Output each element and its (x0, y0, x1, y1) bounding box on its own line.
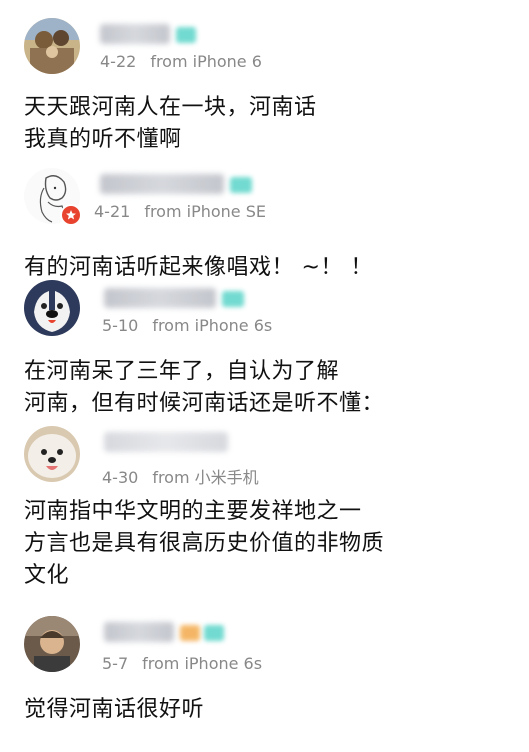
comment-date: 4-30 (102, 468, 139, 487)
comment-source: from iPhone SE (144, 202, 266, 221)
comment-date: 4-21 (94, 202, 131, 221)
comment-text: 有的河南话听起来像唱戏！ ~！ ！ (24, 252, 373, 284)
comment-meta: 4-30 from 小米手机 (102, 464, 259, 488)
username-blurred[interactable] (104, 432, 228, 452)
comment-source: from iPhone 6s (142, 654, 263, 673)
username-blurred[interactable] (100, 24, 170, 44)
comment-source: from 小米手机 (152, 468, 259, 487)
comment-feed: 4-22 from iPhone 6 天天跟河南人在一块，河南话 我真的听不懂啊 … (0, 0, 529, 752)
comment-line: 文化 (24, 563, 70, 588)
comment-text: 觉得河南话很好听 (24, 694, 204, 726)
comment-meta: 5-10 from iPhone 6s (102, 316, 272, 335)
vip-badge (204, 625, 224, 641)
comment-line: 天天跟河南人在一块，河南话 (24, 95, 317, 120)
comment-line: 有的河南话听起来像唱戏！ ~！ ！ (24, 255, 373, 280)
comment-source: from iPhone 6 (150, 52, 262, 71)
comment-text: 天天跟河南人在一块，河南话 我真的听不懂啊 (24, 92, 317, 156)
comment-line: 觉得河南话很好听 (24, 697, 205, 722)
vip-badge (222, 291, 244, 307)
avatar[interactable] (24, 616, 80, 672)
comment-date: 5-7 (102, 654, 129, 673)
username-blurred[interactable] (104, 288, 216, 308)
comment-line: 河南，但有时候河南话还是听不懂： (24, 391, 385, 416)
vip-badge (176, 27, 196, 43)
vip-badge (180, 625, 200, 641)
username-blurred[interactable] (104, 622, 174, 642)
comment-date: 4-22 (100, 52, 137, 71)
comment-line: 我真的听不懂啊 (24, 127, 182, 152)
comment-text: 河南指中华文明的主要发祥地之一 方言也是具有很高历史价值的非物质 文化 (24, 496, 384, 592)
avatar[interactable] (24, 18, 80, 74)
comment-line: 在河南呆了三年了，自认为了解 (24, 359, 340, 384)
comment-text: 在河南呆了三年了，自认为了解 河南，但有时候河南话还是听不懂： (24, 356, 384, 420)
verified-badge-icon (60, 204, 82, 226)
avatar[interactable] (24, 280, 80, 336)
comment-source: from iPhone 6s (152, 316, 273, 335)
comment-line: 方言也是具有很高历史价值的非物质 (24, 531, 385, 556)
comment-line: 河南指中华文明的主要发祥地之一 (24, 499, 362, 524)
avatar[interactable] (24, 426, 80, 482)
comment-meta: 4-22 from iPhone 6 (100, 52, 262, 71)
comment-meta: 5-7 from iPhone 6s (102, 654, 262, 673)
username-blurred[interactable] (100, 174, 224, 194)
comment-date: 5-10 (102, 316, 139, 335)
comment-meta: 4-21 from iPhone SE (94, 202, 266, 221)
vip-badge (230, 177, 252, 193)
